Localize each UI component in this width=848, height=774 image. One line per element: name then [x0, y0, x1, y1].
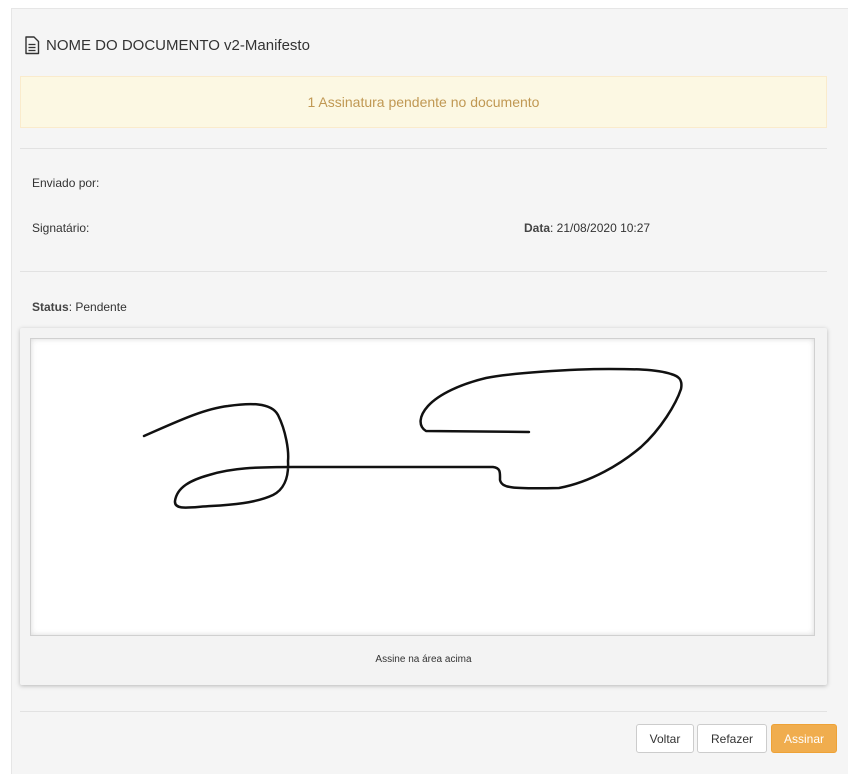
signer-field: Signatário:	[32, 221, 89, 235]
divider	[20, 711, 827, 712]
sender-label: Enviado por:	[32, 176, 100, 190]
sign-button[interactable]: Assinar	[771, 724, 837, 753]
divider	[20, 148, 827, 149]
date-value: : 21/08/2020 10:27	[550, 221, 651, 235]
divider	[20, 271, 827, 272]
document-title: NOME DO DOCUMENTO v2-Manifesto	[46, 37, 310, 54]
back-button[interactable]: Voltar	[636, 724, 694, 753]
date-label: Data	[524, 221, 551, 235]
document-header: NOME DO DOCUMENTO v2-Manifesto	[24, 36, 310, 55]
signature-hint: Assine na área acima	[375, 654, 472, 665]
alert-text: 1 Assinatura pendente no documento	[307, 94, 540, 110]
signature-stroke	[142, 367, 683, 509]
signature-pad[interactable]	[30, 338, 815, 636]
date-field: Data: 21/08/2020 10:27	[524, 221, 650, 235]
document-icon	[24, 36, 40, 55]
status-label: Status	[32, 300, 69, 314]
signer-label: Signatário:	[32, 221, 90, 235]
signature-card: Assine na área acima	[20, 328, 827, 685]
status-value: : Pendente	[68, 300, 127, 314]
status-field: Status: Pendente	[32, 300, 127, 314]
pending-signature-alert: 1 Assinatura pendente no documento	[20, 76, 827, 128]
sender-field: Enviado por:	[32, 176, 99, 190]
redo-button[interactable]: Refazer	[697, 724, 767, 753]
signature-drawing	[142, 367, 683, 509]
